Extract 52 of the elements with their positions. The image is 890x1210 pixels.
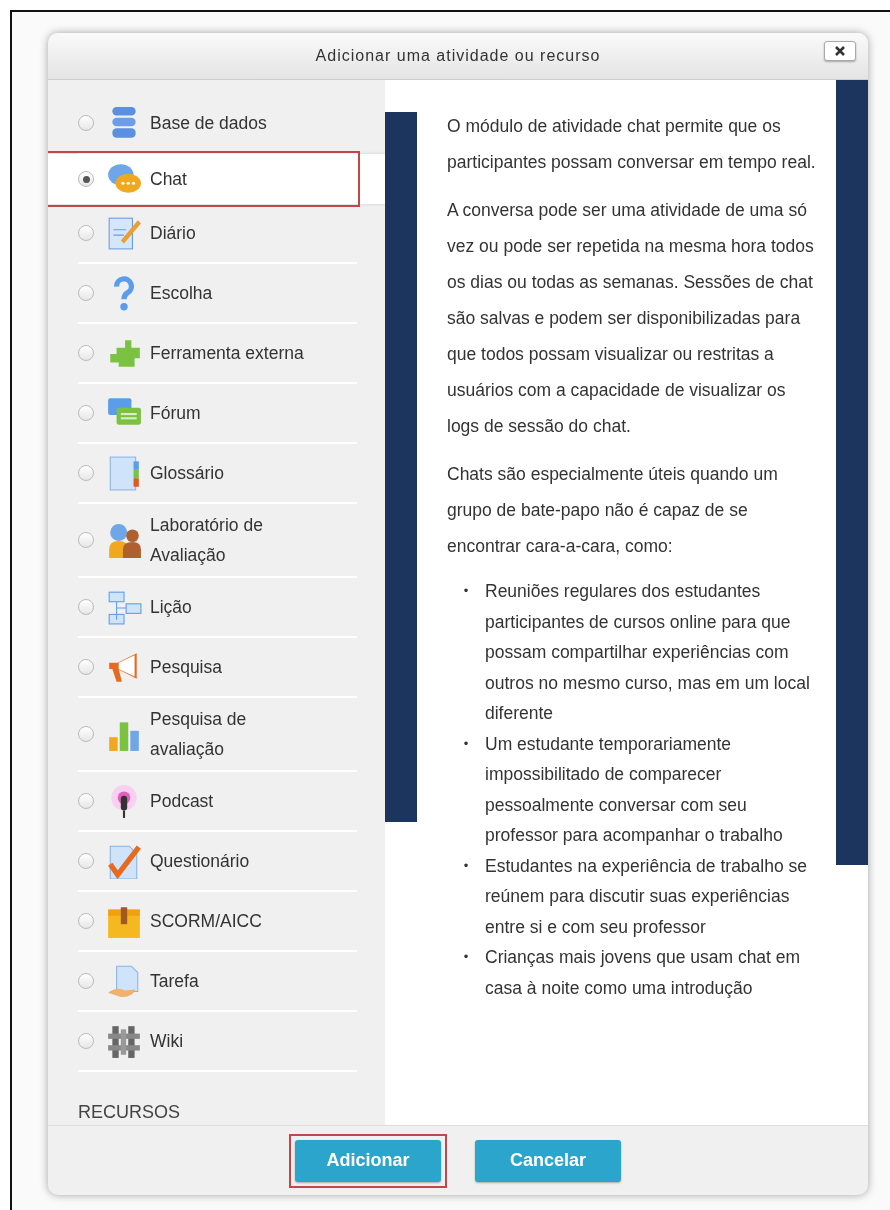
description-paragraph: Chats são especialmente úteis quando um grupo de bate-papo não é capaz de se encontrar cara-a-cara, como: — [447, 463, 779, 558]
radio-button[interactable] — [78, 532, 94, 548]
radio-button[interactable] — [78, 793, 94, 809]
radio-button[interactable] — [78, 225, 94, 241]
radio-button[interactable] — [78, 726, 94, 742]
flowchart-icon — [106, 589, 142, 625]
activity-option[interactable]: Escolha — [48, 264, 385, 322]
activity-option[interactable]: Pesquisa — [48, 638, 385, 696]
description-paragraph: A conversa pode ser uma atividade de uma só vez ou pode ser repetida na mesma hora todos os dias ou todas as semanas. Sessões de chat são salvas e podem ser disponibilizadas para que todos possam visualizar ou restritas a usuários com a capacidade de visualizar os logs de sessão do chat. — [447, 199, 815, 438]
section-heading: RECURSOS — [78, 1102, 181, 1123]
activity-option[interactable]: Chat — [48, 154, 385, 204]
radio-button[interactable] — [78, 1033, 94, 1049]
activity-option[interactable]: Glossário — [48, 444, 385, 502]
radio-button[interactable] — [78, 285, 94, 301]
activity-option[interactable]: Lição — [48, 578, 385, 636]
activity-option[interactable]: Tarefa — [48, 952, 385, 1010]
radio-button[interactable] — [78, 973, 94, 989]
radio-button[interactable] — [78, 913, 94, 929]
radio-button[interactable] — [78, 599, 94, 615]
radio-button[interactable] — [78, 853, 94, 869]
activity-option[interactable]: SCORM/AICC — [48, 892, 385, 950]
radio-button[interactable] — [78, 405, 94, 421]
bullet-marker: • — [462, 734, 470, 753]
bullet-marker: • — [462, 948, 470, 966]
checkmark-document-icon — [106, 843, 142, 879]
activity-option[interactable]: Base de dados — [48, 94, 385, 152]
pencil-document-icon — [106, 215, 142, 251]
activity-option[interactable]: Questionário — [48, 832, 385, 890]
activity-option[interactable]: Diário — [48, 204, 385, 262]
activity-option[interactable]: Podcast — [48, 772, 385, 830]
activity-option[interactable]: Pesquisa de avaliação — [48, 698, 385, 770]
list-item: Crianças mais jovens que usam chat em casa à noite como uma introdução — [485, 946, 802, 1000]
radio-button[interactable] — [78, 659, 94, 675]
close-icon — [834, 45, 846, 57]
grid-icon — [106, 1023, 142, 1059]
bullet-marker: • — [462, 582, 470, 600]
activity-option[interactable]: Fórum — [48, 384, 385, 442]
activity-option[interactable]: Wiki — [48, 1012, 385, 1070]
bullet-marker: • — [462, 856, 470, 875]
activity-option[interactable]: Ferramenta externa — [48, 324, 385, 382]
people-icon — [106, 522, 142, 558]
radio-button[interactable] — [78, 115, 94, 131]
activity-option[interactable]: Laboratório de Avaliação — [48, 504, 385, 576]
description-paragraph: O módulo de atividade chat permite que os participantes possam conversar em tempo real. — [447, 115, 816, 174]
close-button[interactable] — [824, 41, 856, 61]
list-item: Estudantes na experiência de trabalho se reúnem para discutir suas experiências entre si e com seu professor — [485, 854, 809, 939]
list-item: Reuniões regulares dos estudantes participantes de cursos online para que possam compartilhar experiências com outros no mesmo curso, mas em um local diferente — [485, 580, 811, 725]
list-item: Um estudante temporariamente impossibilitado de comparecer pessoalmente conversar com seu professor para acompanhar o trabalho — [485, 732, 784, 847]
radio-button[interactable] — [78, 345, 94, 361]
dialog-title: Adicionar uma atividade ou recurso — [315, 47, 601, 65]
radio-button[interactable] — [78, 171, 94, 187]
radio-button[interactable] — [78, 465, 94, 481]
